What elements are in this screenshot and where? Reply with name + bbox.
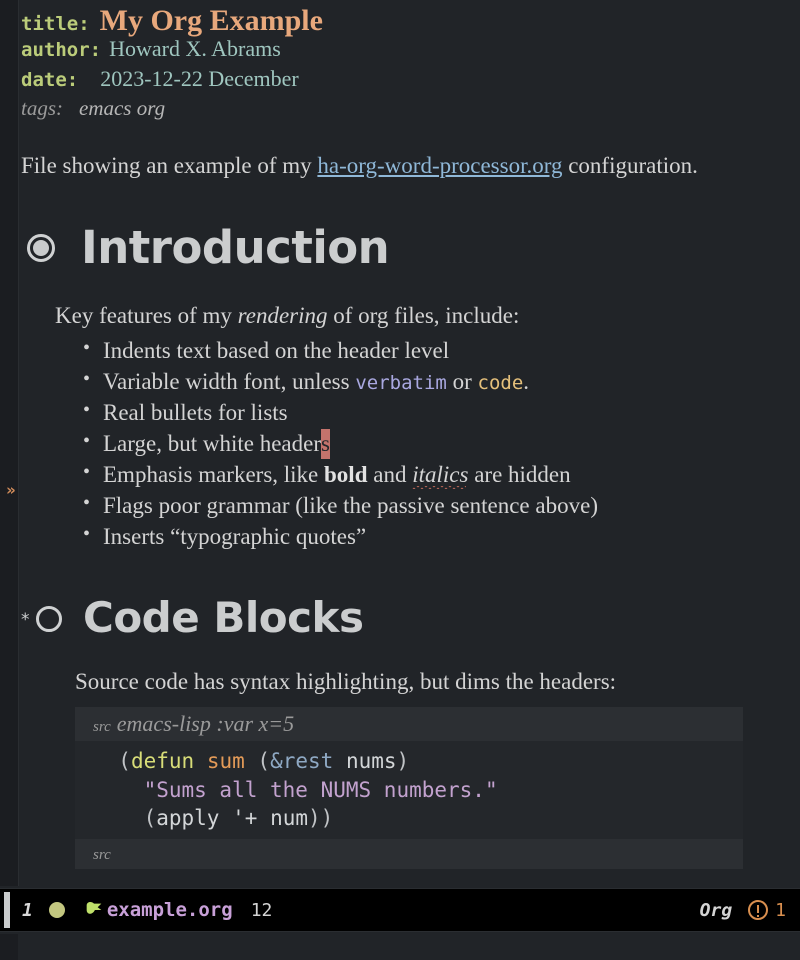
left-fringe-gutter [0, 0, 18, 886]
list-item-prefix: Variable width font, unless [103, 368, 356, 394]
code-blocks-lead-paragraph: Source code has syntax highlighting, but… [75, 668, 617, 694]
list-item-suffix: . [523, 368, 530, 394]
src-code-line: "Sums all the NUMS numbers." [93, 778, 498, 802]
src-end-keyword: src [93, 847, 111, 864]
src-token-var: num [270, 806, 308, 831]
src-token-plain [257, 806, 270, 830]
src-block-end-line: src [75, 839, 743, 869]
asterisk-glyph: * [21, 609, 30, 630]
heading-introduction-label: Introduction [81, 221, 390, 275]
fringe-overflow-marker: » [6, 481, 16, 499]
list-item: Variable width font, unless verbatim or … [83, 366, 800, 398]
src-token-paren: ( [118, 748, 131, 773]
intro-text-after: configuration. [562, 153, 698, 178]
heading-code-blocks[interactable]: * Code Blocks [19, 587, 800, 649]
modeline-status-dot-icon [48, 902, 65, 918]
src-code-line: (apply '+ num)) [93, 806, 334, 831]
src-token-plain [219, 806, 232, 830]
list-item-prefix: Emphasis markers, like [103, 461, 325, 487]
src-token-string: "Sums all the NUMS numbers." [143, 777, 498, 802]
document-title: My Org Example [99, 4, 323, 37]
verbatim-span: verbatim [355, 371, 447, 394]
src-token-paren: )) [308, 806, 334, 831]
introduction-body: Key features of my rendering of org file… [19, 301, 800, 553]
org-buffer[interactable]: title: My Org Example author: Howard X. … [19, 0, 800, 886]
modeline-window-indicator [4, 892, 10, 928]
intro-paragraph: File showing an example of my ha-org-wor… [19, 152, 800, 181]
modeline: 1 example.org 12 Org 1 [0, 888, 800, 932]
list-item-text: Inserts “typographic quotes” [103, 523, 367, 549]
filled-ring-bullet-icon [21, 226, 65, 270]
src-token-var: '+ [232, 806, 258, 831]
list-item-text: Indents text based on the header level [103, 337, 450, 363]
keyword-label-tags: tags: [21, 96, 63, 120]
list-item-mid: and [367, 461, 413, 487]
src-token-fname: sum [206, 748, 245, 773]
intro-text-before: File showing an example of my [21, 153, 318, 178]
modeline-buffer-name[interactable]: example.org [107, 899, 233, 921]
list-item-text: Real bullets for lists [103, 399, 288, 425]
list-item-prefix: Large, but white header [103, 430, 321, 456]
modeline-warning-count: 1 [775, 899, 786, 921]
src-token-plain [333, 749, 346, 773]
heading-introduction[interactable]: Introduction [19, 217, 800, 279]
org-src-block[interactable]: src emacs-lisp :var x=5 (defun sum (&rest… [75, 707, 743, 869]
org-keyword-title: title: My Org Example [19, 0, 800, 36]
src-token-keyword: defun [130, 748, 195, 773]
text-cursor: s [320, 430, 330, 456]
list-item-suffix: are hidden [468, 461, 571, 487]
src-token-var: apply [156, 806, 220, 831]
modeline-major-mode[interactable]: Org [700, 900, 733, 921]
list-item-text: Flags poor grammar (like the passive sen… [103, 492, 598, 518]
org-keyword-author: author: Howard X. Abrams [19, 36, 800, 66]
echo-area-fringe [0, 934, 18, 960]
list-item-mid: or [446, 368, 478, 394]
keyword-label-author: author: [21, 39, 102, 61]
org-keyword-date: date: 2023-12-22 December [19, 66, 800, 96]
list-item: Indents text based on the header level [83, 335, 800, 367]
modeline-window-number: 1 [22, 899, 33, 921]
introduction-feature-list: Indents text based on the header level V… [55, 335, 800, 553]
list-item: Flags poor grammar (like the passive sen… [83, 490, 800, 522]
src-token-paren: ( [257, 748, 271, 773]
keyword-label-title: title: [21, 13, 90, 35]
document-date: 2023-12-22 December [100, 66, 299, 91]
src-begin-keyword: src [93, 719, 111, 736]
src-token-paren: ( [143, 806, 157, 831]
org-link-ha-org-word-processor[interactable]: ha-org-word-processor.org [317, 153, 562, 178]
org-file-icon [83, 899, 105, 921]
document-tags: emacs org [79, 96, 166, 120]
src-block-begin-line: src emacs-lisp :var x=5 [75, 707, 743, 741]
list-item: Large, but white headers [83, 428, 800, 460]
src-token-paren: ) [396, 748, 410, 773]
src-token-plain [245, 749, 258, 773]
src-begin-args: emacs-lisp :var x=5 [116, 711, 295, 737]
code-span: code [477, 371, 524, 394]
echo-area [0, 934, 800, 960]
list-item: Inserts “typographic quotes” [83, 521, 800, 553]
src-token-plain [194, 749, 207, 773]
src-code-line: (defun sum (&rest nums) [93, 749, 409, 773]
document-author: Howard X. Abrams [109, 36, 281, 61]
list-item: Real bullets for lists [83, 397, 800, 429]
ring-glyph [36, 605, 62, 632]
lead-emphasis: rendering [237, 302, 328, 328]
heading-code-blocks-label: Code Blocks [83, 592, 364, 642]
italic-span-misspelled: italics [412, 461, 469, 487]
src-token-var: nums [345, 748, 397, 773]
lead-before-em: Key features of my [55, 302, 238, 328]
warning-icon[interactable] [748, 900, 769, 920]
modeline-line-number: 12 [250, 899, 273, 921]
open-ring-bullet-icon: * [19, 596, 71, 640]
lead-after-em: of org files, include: [327, 302, 520, 328]
src-block-code[interactable]: (defun sum (&rest nums) "Sums all the NU… [75, 740, 743, 840]
introduction-lead-paragraph: Key features of my rendering of org file… [55, 301, 800, 332]
list-item: Emphasis markers, like bold and italics … [83, 459, 800, 491]
code-blocks-body: Source code has syntax highlighting, but… [19, 667, 800, 698]
src-token-arg: &rest [270, 748, 334, 773]
org-keyword-tags: tags: emacs org [19, 96, 800, 130]
bold-span: bold [324, 461, 368, 487]
emacs-frame: » title: My Org Example author: Howard X… [0, 0, 800, 960]
keyword-label-date: date: [21, 69, 79, 91]
